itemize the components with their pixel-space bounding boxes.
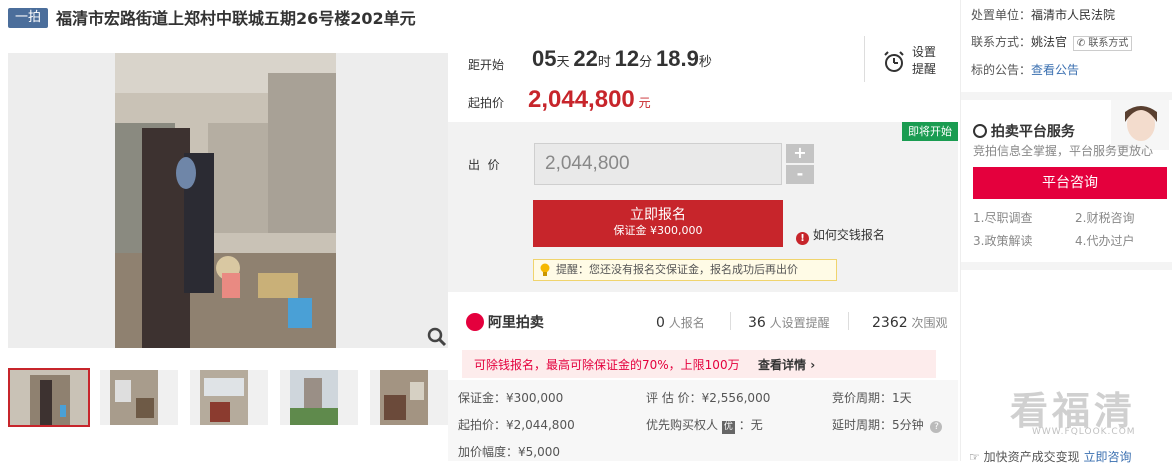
start-price-unit: 元	[638, 96, 651, 110]
ali-auction-logo-icon	[466, 313, 484, 331]
minutes-unit: 分	[639, 55, 653, 70]
detail-start-price: 起拍价：¥2,044,800	[458, 418, 575, 432]
reminder-line-2: 提醒	[912, 62, 937, 76]
status-badge: 即将开始	[902, 122, 958, 141]
room-photo-illustration	[8, 53, 448, 348]
chevron-right-icon: ›	[806, 358, 816, 372]
divider	[961, 262, 1172, 270]
divider	[864, 36, 865, 82]
court-row: 处置单位：福清市人民法院	[971, 8, 1116, 22]
deposit-offset-banner: 可除钱报名，最高可除保证金的70%，上限100万 查看详情 ›	[462, 350, 936, 378]
thumbnail-3[interactable]	[190, 370, 268, 425]
auction-service-icon	[973, 124, 987, 138]
asset-consult-row: ☞ 加快资产成交变现 立即咨询	[969, 450, 1132, 464]
question-icon[interactable]: ?	[930, 421, 943, 433]
increase-bid-button[interactable]: +	[786, 144, 814, 163]
how-to-signup-link[interactable]: ! 如何交钱报名	[796, 226, 885, 245]
service-item-3[interactable]: 3.政策解读	[973, 232, 1032, 249]
reminder-line-1: 设置	[912, 45, 937, 59]
signup-tip: 提醒：您还没有报名交保证金，报名成功后再出价	[533, 259, 837, 281]
ali-auction-logo: 阿里拍卖	[466, 312, 544, 332]
service-item-1[interactable]: 1.尽职调查	[973, 209, 1032, 226]
court-name: 福清市人民法院	[1031, 8, 1116, 22]
how-to-signup-label: 如何交钱报名	[812, 228, 885, 242]
thumbnail-5[interactable]	[370, 370, 448, 425]
detail-priority: 优先购买权人 优 ：无	[646, 418, 763, 434]
bid-amount-input[interactable]: 2,044,800	[534, 143, 782, 185]
service-item-2[interactable]: 2.财税咨询	[1075, 209, 1134, 226]
contact-row: 联系方式：姚法官 ✆ 联系方式	[971, 33, 1133, 51]
divider	[961, 92, 1172, 100]
countdown-minutes: 12	[614, 46, 640, 71]
reminder-count: 36 人设置提醒	[748, 315, 830, 331]
view-count: 2362 次围观	[872, 315, 948, 331]
detail-extend: 延时周期：5分钟 ?	[832, 416, 943, 433]
detail-appraisal: 评 估 价：¥2,556,000	[646, 391, 771, 405]
bid-panel: 即将开始 出 价 2,044,800 + - 立即报名 保证金 ¥300,000…	[448, 122, 958, 292]
watermark-url: WWW.FQLOOK.COM	[1032, 427, 1136, 437]
detail-period: 竞价周期：1天	[832, 391, 912, 405]
stats-bar: 阿里拍卖 0 人报名 36 人设置提醒 2362 次围观	[448, 300, 958, 345]
countdown-days: 05	[532, 46, 557, 71]
divider	[730, 312, 731, 330]
thumbnail-4[interactable]	[280, 370, 358, 425]
deposit-offset-text: 可除钱报名，最高可除保证金的70%，上限100万	[474, 358, 740, 372]
auction-round-tag: 一拍	[8, 8, 48, 28]
signup-label: 立即报名	[630, 207, 686, 223]
priority-help-icon[interactable]: 优	[721, 421, 735, 434]
view-details-link[interactable]: 查看详情 ›	[758, 356, 815, 373]
main-property-photo[interactable]	[8, 53, 448, 348]
service-title: 拍卖平台服务	[973, 121, 1075, 141]
lightbulb-icon	[539, 263, 551, 277]
start-price: 2,044,800 元	[528, 86, 651, 114]
service-subtitle: 竞拍信息全掌握，平台服务更放心	[973, 144, 1154, 158]
handshake-icon: ☞	[969, 450, 980, 464]
countdown-hours: 22	[573, 46, 598, 71]
thumbnail-2[interactable]	[100, 370, 178, 425]
alarm-clock-icon	[882, 50, 906, 74]
consult-now-link[interactable]: 立即咨询	[1083, 450, 1131, 464]
notice-row: 标的公告：查看公告	[971, 63, 1080, 77]
countdown-seconds: 18.9	[655, 46, 699, 71]
decrease-bid-button[interactable]: -	[786, 165, 814, 184]
view-notice-link[interactable]: 查看公告	[1031, 63, 1079, 77]
seconds-unit: 秒	[698, 55, 712, 70]
service-item-4[interactable]: 4.代办过户	[1075, 232, 1134, 249]
ali-auction-brand: 阿里拍卖	[487, 315, 544, 331]
contact-name: 姚法官	[1031, 35, 1068, 49]
signup-button[interactable]: 立即报名 保证金 ¥300,000	[533, 200, 783, 247]
hours-unit: 时	[597, 55, 611, 70]
contact-button[interactable]: ✆ 联系方式	[1072, 36, 1133, 51]
zoom-icon[interactable]	[426, 326, 448, 348]
platform-consult-button[interactable]: 平台咨询	[973, 167, 1167, 199]
signup-tip-text: 提醒：您还没有报名交保证金，报名成功后再出价	[556, 263, 798, 276]
detail-increment: 加价幅度：¥5,000	[458, 445, 560, 459]
countdown-timer: 05天 22时 12分 18.9秒	[532, 46, 712, 72]
page-title: 福清市宏路街道上郑村中联城五期26号楼202单元	[56, 9, 416, 28]
bid-label: 出 价	[468, 158, 500, 172]
set-reminder-button[interactable]: 设置 提醒	[880, 44, 950, 80]
detail-deposit: 保证金：¥300,000	[458, 391, 564, 405]
countdown-label: 距开始	[468, 58, 505, 72]
info-icon: !	[796, 232, 809, 245]
detail-priority-value: ：无	[738, 418, 763, 432]
thumbnail-1[interactable]	[8, 368, 90, 427]
start-price-value: 2,044,800	[528, 86, 635, 113]
divider	[848, 312, 849, 330]
auction-details: 保证金：¥300,000 评 估 价：¥2,556,000 竞价周期：1天 起拍…	[448, 380, 958, 461]
start-price-label: 起拍价	[468, 96, 505, 110]
signup-count: 0 人报名	[656, 315, 705, 331]
deposit-amount: 保证金 ¥300,000	[613, 224, 703, 237]
days-unit: 天	[556, 55, 570, 70]
